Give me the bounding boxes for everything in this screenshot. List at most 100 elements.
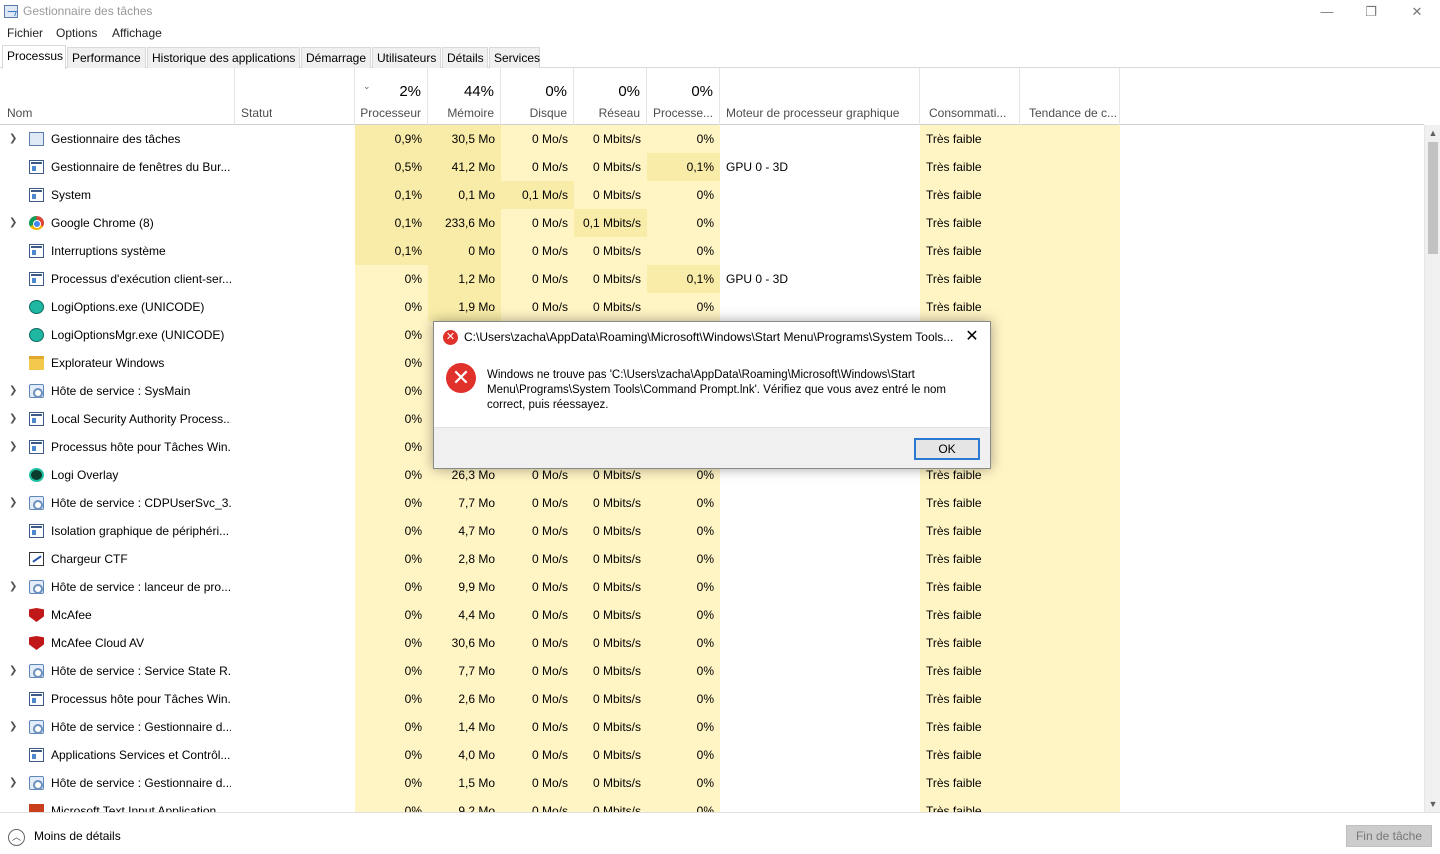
menu-fichier[interactable]: Fichier bbox=[7, 26, 43, 40]
expand-chevron-icon[interactable]: ❯ bbox=[9, 377, 17, 405]
scroll-up-icon[interactable]: ▲ bbox=[1425, 125, 1440, 141]
expand-chevron-icon[interactable]: ❯ bbox=[9, 769, 17, 797]
memory-cell: 7,7 Mo bbox=[458, 664, 495, 678]
tab-services[interactable]: Services bbox=[489, 47, 540, 68]
minimize-button[interactable]: — bbox=[1304, 0, 1350, 23]
task-manager-icon bbox=[29, 132, 44, 146]
tab-demarrage[interactable]: Démarrage bbox=[301, 47, 371, 68]
process-name: Explorateur Windows bbox=[51, 356, 165, 370]
table-row[interactable]: ❯ Hôte de service : Service State R... 0% 7… bbox=[0, 657, 1424, 685]
table-row[interactable]: Interruptions système 0,1% 0 Mo 0 Mo/s 0 Mbi… bbox=[0, 237, 1424, 265]
table-row[interactable]: Processus d'exécution client-ser... 0% 1,2… bbox=[0, 265, 1424, 293]
close-button[interactable]: ✕ bbox=[1394, 0, 1440, 23]
power-cell: Très faible bbox=[926, 776, 982, 790]
expand-chevron-icon[interactable]: ❯ bbox=[9, 405, 17, 433]
less-details-link[interactable]: Moins de détails bbox=[34, 829, 121, 843]
network-cell: 0,1 Mbits/s bbox=[574, 209, 647, 237]
ok-button[interactable]: OK bbox=[914, 438, 980, 460]
network-cell: 0 Mbits/s bbox=[592, 608, 641, 622]
scroll-thumb[interactable] bbox=[1428, 142, 1438, 254]
gpu-engine-cell bbox=[726, 237, 916, 265]
error-icon: ✕ bbox=[446, 363, 476, 393]
title-bar: Gestionnaire des tâches — ❐ ✕ bbox=[0, 0, 1440, 23]
gpu-engine-cell: GPU 0 - 3D bbox=[726, 272, 789, 286]
table-row[interactable]: ❯ Google Chrome (8) 0,1% 233,6 Mo 0 Mo/s 0,1 … bbox=[0, 209, 1424, 237]
expand-chevron-icon[interactable]: ❯ bbox=[9, 489, 17, 517]
gear-icon bbox=[29, 720, 44, 734]
col-gpu-engine-header[interactable]: Moteur de processeur graphique bbox=[720, 68, 920, 125]
mcafee-icon bbox=[29, 608, 44, 622]
col-cpu-header[interactable]: ⌄ 2% Processeur bbox=[355, 68, 428, 125]
expand-chevron-icon[interactable]: ❯ bbox=[9, 713, 17, 741]
power-cell: Très faible bbox=[926, 188, 982, 202]
gpu-cell: 0% bbox=[696, 720, 714, 734]
disk-cell: 0 Mo/s bbox=[531, 580, 568, 594]
maximize-button[interactable]: ❐ bbox=[1348, 0, 1394, 23]
scroll-down-icon[interactable]: ▼ bbox=[1425, 796, 1440, 812]
table-row[interactable]: ❯ Hôte de service : lanceur de pro... 0% 9,… bbox=[0, 573, 1424, 601]
end-task-button[interactable]: Fin de tâche bbox=[1346, 825, 1432, 847]
table-row[interactable]: System 0,1% 0,1 Mo 0,1 Mo/s 0 Mbits/s 0% Très … bbox=[0, 181, 1424, 209]
process-name: Local Security Authority Process... bbox=[51, 412, 231, 426]
disk-cell: 0 Mo/s bbox=[531, 776, 568, 790]
col-network-header[interactable]: 0% Réseau bbox=[574, 68, 647, 125]
expand-chevron-icon[interactable]: ❯ bbox=[9, 125, 17, 153]
table-row[interactable]: Gestionnaire de fenêtres du Bur... 0,5% 41… bbox=[0, 153, 1424, 181]
tab-performance[interactable]: Performance bbox=[67, 47, 146, 68]
table-row[interactable]: McAfee 0% 4,4 Mo 0 Mo/s 0 Mbits/s 0% Très faib… bbox=[0, 601, 1424, 629]
col-power-header[interactable]: Consommati... bbox=[920, 68, 1020, 125]
expand-chevron-icon[interactable]: ❯ bbox=[9, 657, 17, 685]
window-icon bbox=[29, 272, 44, 286]
process-name: Interruptions système bbox=[51, 244, 166, 258]
col-power-trend-header[interactable]: Tendance de c... bbox=[1020, 68, 1120, 125]
col-name-header[interactable]: Nom bbox=[0, 68, 235, 125]
menu-affichage[interactable]: Affichage bbox=[112, 26, 162, 40]
table-row[interactable]: ❯ Hôte de service : CDPUserSvc_3... 0% 7,7 … bbox=[0, 489, 1424, 517]
gpu-cell: 0% bbox=[696, 748, 714, 762]
gpu-engine-cell bbox=[726, 685, 916, 713]
disk-cell: 0 Mo/s bbox=[531, 524, 568, 538]
table-row[interactable]: Chargeur CTF 0% 2,8 Mo 0 Mo/s 0 Mbits/s 0% Trè… bbox=[0, 545, 1424, 573]
table-row[interactable]: ❯ Gestionnaire des tâches 0,9% 30,5 Mo 0 Mo/… bbox=[0, 125, 1424, 153]
table-row[interactable]: ❯ Hôte de service : Gestionnaire d... 0% 1,… bbox=[0, 713, 1424, 741]
table-row[interactable]: McAfee Cloud AV 0% 30,6 Mo 0 Mo/s 0 Mbits/s 0… bbox=[0, 629, 1424, 657]
gpu-cell: 0,1% bbox=[647, 153, 720, 181]
logi-icon bbox=[29, 328, 44, 342]
vertical-scrollbar[interactable]: ▲ ▼ bbox=[1424, 125, 1440, 812]
expand-chevron-icon[interactable]: ❯ bbox=[9, 573, 17, 601]
cpu-cell: 0,5% bbox=[355, 153, 428, 181]
col-disk-header[interactable]: 0% Disque bbox=[501, 68, 574, 125]
dialog-close-button[interactable]: ✕ bbox=[960, 326, 984, 348]
col-gpu-header[interactable]: 0% Processe... bbox=[647, 68, 720, 125]
table-row[interactable]: Microsoft Text Input Application 0% 9,2 Mo… bbox=[0, 797, 1424, 812]
expand-chevron-icon[interactable]: ❯ bbox=[9, 433, 17, 461]
memory-cell: 0 Mo bbox=[428, 237, 501, 265]
dialog-title: C:\Users\zacha\AppData\Roaming\Microsoft… bbox=[464, 330, 954, 344]
table-row[interactable]: LogiOptions.exe (UNICODE) 0% 1,9 Mo 0 Mo/s 0… bbox=[0, 293, 1424, 321]
chevron-up-icon[interactable]: ︿ bbox=[8, 829, 25, 846]
menu-options[interactable]: Options bbox=[56, 26, 97, 40]
expand-chevron-icon[interactable]: ❯ bbox=[9, 209, 17, 237]
cpu-cell: 0% bbox=[404, 664, 422, 678]
tab-historique[interactable]: Historique des applications bbox=[147, 47, 300, 68]
window-icon bbox=[29, 412, 44, 426]
ctf-icon bbox=[29, 552, 44, 566]
disk-cell: 0 Mo/s bbox=[531, 692, 568, 706]
table-row[interactable]: Isolation graphique de périphéri... 0% 4,7… bbox=[0, 517, 1424, 545]
table-row[interactable]: ❯ Hôte de service : Gestionnaire d... 0% 1,… bbox=[0, 769, 1424, 797]
table-row[interactable]: Processus hôte pour Tâches Win... 0% 2,6 M… bbox=[0, 685, 1424, 713]
tab-processus[interactable]: Processus bbox=[2, 45, 66, 69]
process-name: Applications Services et Contrôl... bbox=[51, 748, 231, 762]
network-cell: 0 Mbits/s bbox=[592, 496, 641, 510]
tab-utilisateurs[interactable]: Utilisateurs bbox=[372, 47, 441, 68]
col-status-header[interactable]: Statut bbox=[235, 68, 355, 125]
memory-cell: 41,2 Mo bbox=[428, 153, 501, 181]
menu-bar: Fichier Options Affichage bbox=[0, 23, 1440, 43]
overlay-icon bbox=[29, 468, 44, 482]
cpu-cell: 0% bbox=[404, 328, 422, 342]
tab-details[interactable]: Détails bbox=[442, 47, 488, 68]
memory-cell: 2,6 Mo bbox=[458, 692, 495, 706]
table-row[interactable]: Applications Services et Contrôl... 0% 4,0… bbox=[0, 741, 1424, 769]
gpu-cell: 0% bbox=[696, 188, 714, 202]
col-memory-header[interactable]: 44% Mémoire bbox=[428, 68, 501, 125]
